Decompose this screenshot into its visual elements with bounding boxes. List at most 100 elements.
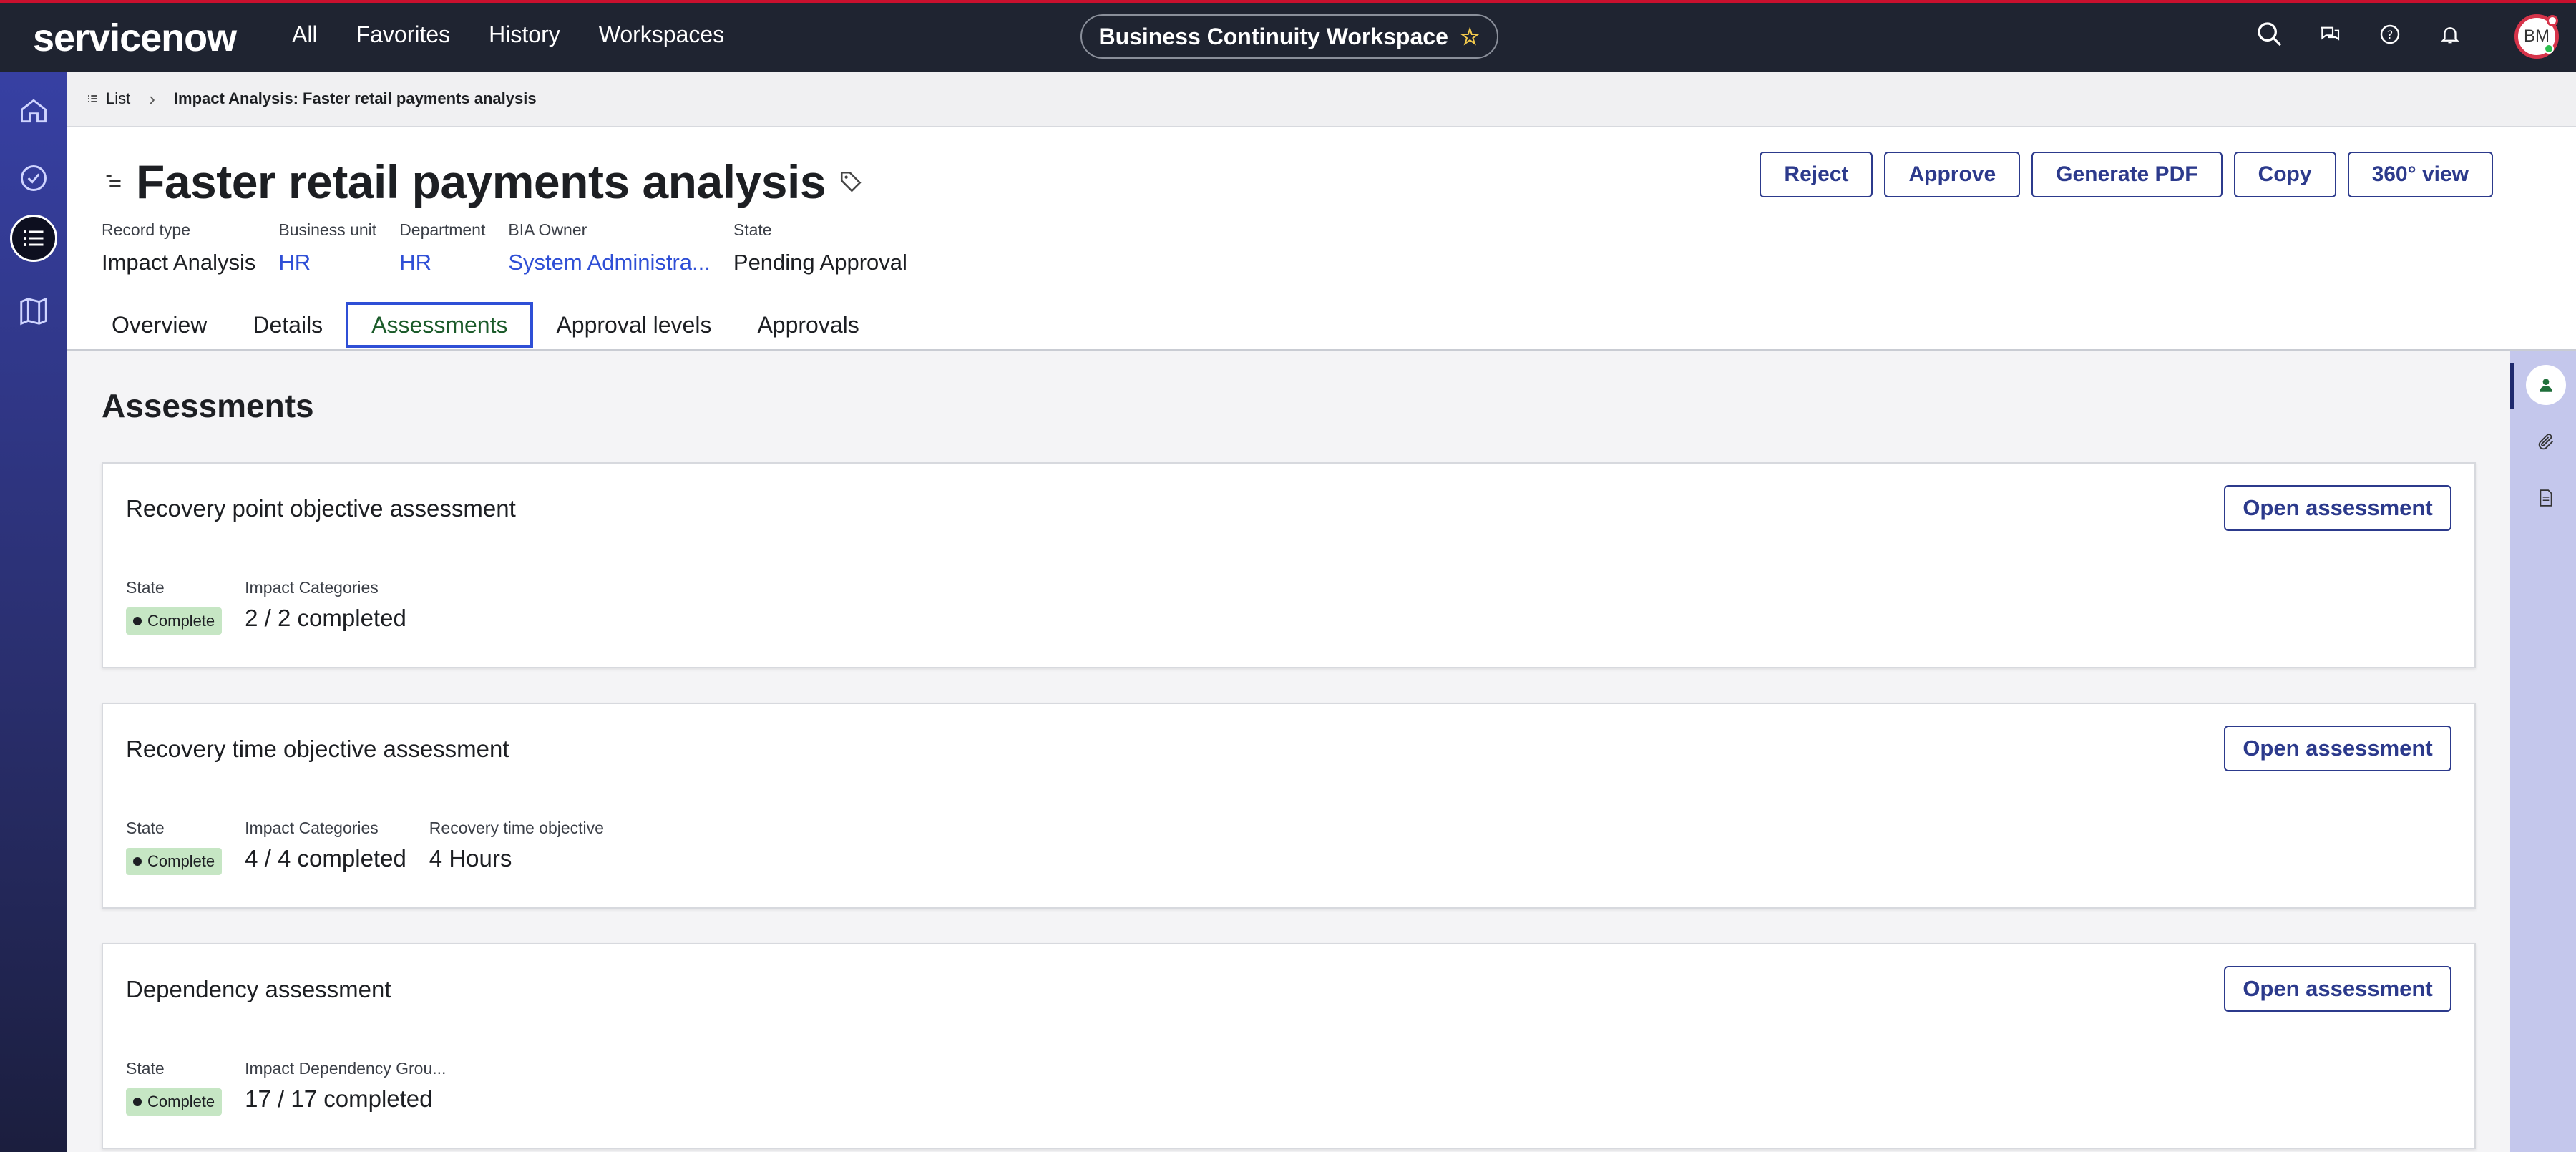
nav-all[interactable]: All — [292, 21, 318, 48]
meta-label: Business unit — [278, 220, 377, 239]
meta-business-unit: Business unit HR — [278, 220, 376, 275]
bell-icon[interactable] — [2434, 19, 2466, 50]
status-badge: Complete — [126, 1088, 223, 1116]
generate-pdf-button[interactable]: Generate PDF — [2031, 152, 2223, 197]
field-label: Impact Categories — [245, 578, 379, 597]
bia-owner-link[interactable]: System Administra... — [508, 250, 711, 275]
status-text: Complete — [147, 1093, 215, 1110]
assessment-fields: State Complete Impact Categories 4 / 4 c… — [126, 819, 604, 875]
field-label: Impact Categories — [245, 819, 379, 837]
breadcrumb: List › Impact Analysis: Faster retail pa… — [67, 72, 2576, 127]
assessment-card-title: Recovery point objective assessment — [126, 495, 516, 522]
tag-icon[interactable] — [839, 170, 863, 194]
meta-label: Record type — [102, 220, 191, 239]
assessments-heading: Assessments — [102, 387, 314, 424]
assessment-card-title: Dependency assessment — [126, 976, 391, 1002]
chat-icon[interactable] — [2314, 19, 2346, 50]
tab-approvals[interactable]: Approvals — [734, 302, 882, 348]
open-assessment-button[interactable]: Open assessment — [2224, 966, 2451, 1012]
document-icon[interactable] — [2526, 478, 2566, 518]
approve-button[interactable]: Approve — [1884, 152, 2021, 197]
meta-state: State Pending Approval — [733, 220, 907, 275]
record-menu-icon[interactable] — [103, 172, 123, 192]
nav-history[interactable]: History — [489, 21, 560, 48]
right-rail-active-indicator — [2510, 363, 2514, 409]
list-icon[interactable] — [10, 215, 57, 262]
assessment-fields: State Complete Impact Categories 2 / 2 c… — [126, 578, 406, 635]
tab-approval-levels[interactable]: Approval levels — [533, 302, 734, 348]
field-state: State Complete — [126, 1059, 223, 1116]
reject-button[interactable]: Reject — [1760, 152, 1873, 197]
nav-menu: All Favorites History Workspaces — [292, 21, 724, 48]
map-icon[interactable] — [10, 288, 57, 335]
open-assessment-button[interactable]: Open assessment — [2224, 726, 2451, 771]
workspace-switcher[interactable]: Business Continuity Workspace ☆ — [1080, 14, 1498, 59]
field-label: State — [126, 819, 165, 837]
left-rail — [0, 72, 67, 1152]
chevron-right-icon: › — [149, 87, 155, 109]
field-value: 4 Hours — [429, 845, 512, 872]
meta-value: Pending Approval — [733, 250, 907, 275]
record-tabs: Overview Details Assessments Approval le… — [89, 302, 882, 348]
meta-label: BIA Owner — [508, 220, 587, 239]
search-icon[interactable] — [2254, 19, 2285, 50]
status-dot-icon — [133, 857, 142, 866]
field-impact-dependency-groups: Impact Dependency Grou... 17 / 17 comple… — [245, 1059, 446, 1116]
nav-workspaces[interactable]: Workspaces — [599, 21, 724, 48]
tab-assessments[interactable]: Assessments — [346, 302, 534, 348]
status-dot-icon — [133, 1098, 142, 1106]
meta-department: Department HR — [399, 220, 485, 275]
field-label: Impact Dependency Grou... — [245, 1059, 447, 1078]
list-small-icon — [88, 95, 97, 102]
breadcrumb-current: Impact Analysis: Faster retail payments … — [173, 89, 537, 107]
status-text: Complete — [147, 852, 215, 870]
title-row: Faster retail payments analysis — [103, 155, 863, 209]
open-assessment-button[interactable]: Open assessment — [2224, 485, 2451, 531]
record-meta: Record type Impact Analysis Business uni… — [102, 220, 907, 275]
business-unit-link[interactable]: HR — [278, 250, 376, 275]
nav-favorites[interactable]: Favorites — [356, 21, 451, 48]
online-status-icon — [2544, 44, 2554, 54]
avatar-notification-dot — [2547, 15, 2558, 26]
field-value: 17 / 17 completed — [245, 1085, 433, 1112]
right-rail — [2510, 351, 2576, 1152]
help-icon[interactable]: ? — [2374, 19, 2406, 50]
home-icon[interactable] — [10, 87, 57, 135]
assessment-card-rpo: Recovery point objective assessment Open… — [102, 462, 2476, 668]
view-360-button[interactable]: 360° view — [2347, 152, 2493, 197]
status-dot-icon — [133, 617, 142, 625]
paperclip-icon[interactable] — [2526, 422, 2566, 462]
record-actions: Reject Approve Generate PDF Copy 360° vi… — [1760, 152, 2493, 197]
field-recovery-time-objective: Recovery time objective 4 Hours — [429, 819, 604, 875]
breadcrumb-list-label: List — [106, 89, 131, 107]
meta-label: State — [733, 220, 772, 239]
record-header: Faster retail payments analysis Reject A… — [67, 127, 2576, 351]
top-utility-icons: ? — [2254, 19, 2466, 50]
tab-details[interactable]: Details — [230, 302, 346, 348]
field-label: State — [126, 578, 165, 597]
status-badge: Complete — [126, 848, 223, 875]
page-title: Faster retail payments analysis — [136, 155, 826, 208]
user-avatar[interactable]: BM — [2514, 14, 2559, 59]
status-text: Complete — [147, 612, 215, 630]
field-impact-categories: Impact Categories 2 / 2 completed — [245, 578, 406, 635]
meta-label: Department — [399, 220, 486, 239]
assessment-card-dependency: Dependency assessment Open assessment St… — [102, 943, 2476, 1149]
field-state: State Complete — [126, 819, 223, 875]
field-label: Recovery time objective — [429, 819, 604, 837]
copy-button[interactable]: Copy — [2233, 152, 2336, 197]
field-value: 4 / 4 completed — [245, 845, 406, 872]
field-state: State Complete — [126, 578, 223, 635]
servicenow-logo[interactable]: servicenow — [33, 16, 237, 60]
field-label: State — [126, 1059, 165, 1078]
breadcrumb-list-link[interactable]: List — [87, 89, 130, 108]
department-link[interactable]: HR — [399, 250, 485, 275]
star-icon[interactable]: ☆ — [1460, 23, 1480, 50]
user-icon[interactable] — [2526, 365, 2566, 405]
assessment-card-title: Recovery time objective assessment — [126, 736, 509, 762]
tab-overview[interactable]: Overview — [89, 302, 230, 348]
assessment-fields: State Complete Impact Dependency Grou...… — [126, 1059, 446, 1116]
assessment-card-rto: Recovery time objective assessment Open … — [102, 703, 2476, 909]
logo-text: servicenow — [33, 16, 237, 59]
check-circle-icon[interactable] — [10, 155, 57, 202]
